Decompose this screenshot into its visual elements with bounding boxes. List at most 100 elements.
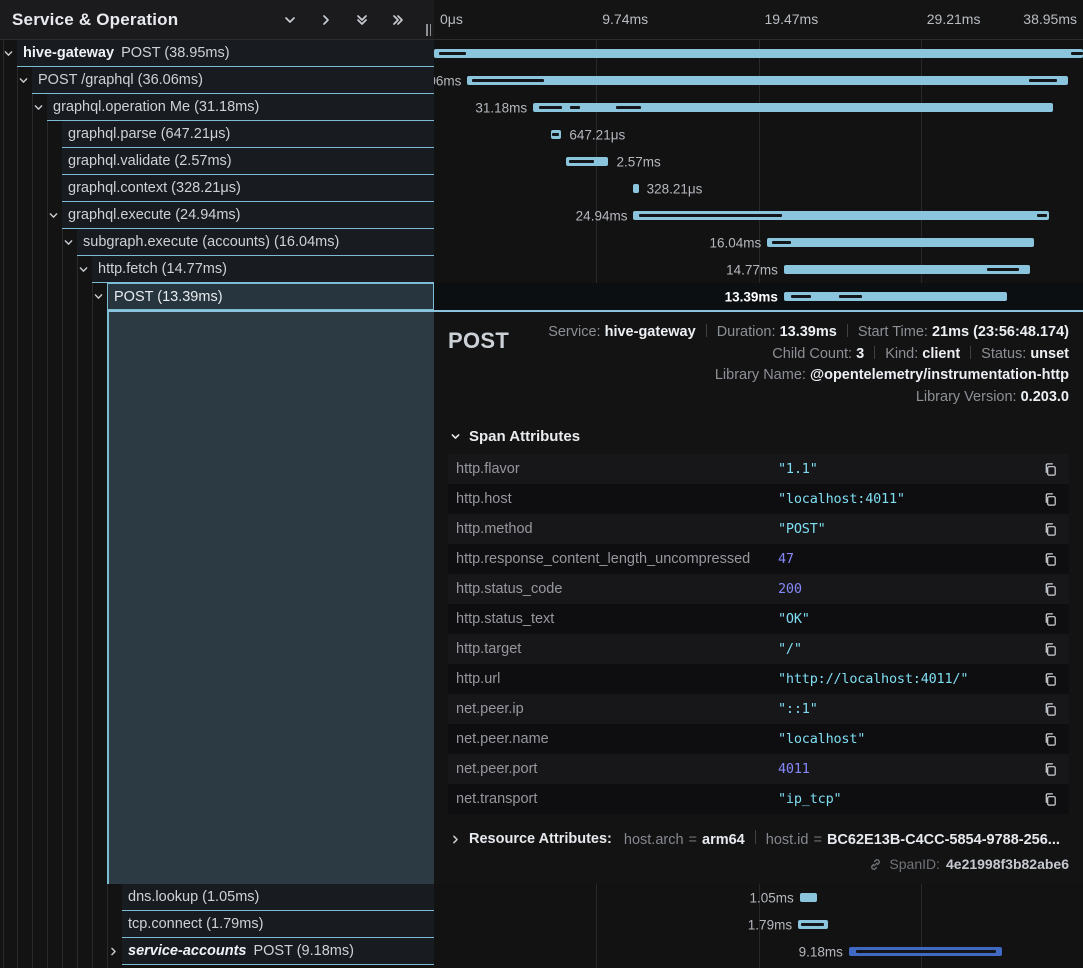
waterfall-row[interactable]: 9.18ms: [434, 938, 1083, 965]
span-attributes-title: Span Attributes: [469, 428, 580, 445]
span-bar[interactable]: [767, 238, 1034, 247]
tree-row[interactable]: hive-gatewayPOST (38.95ms): [0, 40, 434, 67]
chevron-down-icon[interactable]: [3, 48, 14, 59]
span-bar[interactable]: [533, 103, 1053, 112]
tree-row[interactable]: graphql.parse (647.21μs): [0, 121, 434, 148]
meta-divider: [706, 324, 707, 337]
waterfall-row[interactable]: 36.06ms: [434, 67, 1083, 94]
link-icon[interactable]: [868, 857, 883, 872]
span-bar[interactable]: [800, 893, 817, 902]
span-bar[interactable]: [434, 49, 1083, 58]
span-bar[interactable]: [566, 157, 609, 166]
chevron-right-icon[interactable]: [108, 946, 119, 957]
collapse-all-icon[interactable]: [354, 12, 370, 28]
span-name-cell[interactable]: tcp.connect (1.79ms): [122, 911, 434, 938]
attribute-value: "1.1": [778, 461, 1041, 477]
span-bar[interactable]: [784, 292, 1007, 301]
tree-row[interactable]: graphql.operation Me (31.18ms): [0, 94, 434, 121]
tree-row[interactable]: dns.lookup (1.05ms): [0, 884, 434, 911]
span-name-cell[interactable]: dns.lookup (1.05ms): [122, 884, 434, 911]
span-bar[interactable]: [633, 184, 638, 193]
meta-value: 13.39ms: [780, 324, 837, 340]
waterfall-row[interactable]: [434, 40, 1083, 67]
chevron-down-icon[interactable]: [78, 264, 89, 275]
copy-icon[interactable]: [1041, 670, 1059, 688]
span-name-cell[interactable]: service-accountsPOST (9.18ms): [122, 938, 434, 965]
waterfall-row[interactable]: 14.77ms: [434, 256, 1083, 283]
span-name-cell[interactable]: graphql.context (328.21μs): [62, 175, 434, 202]
chevron-down-icon[interactable]: [93, 291, 104, 302]
span-bar[interactable]: [467, 76, 1068, 85]
meta-divider: [847, 324, 848, 337]
expand-all-icon[interactable]: [390, 12, 406, 28]
span-name-cell[interactable]: graphql.validate (2.57ms): [62, 148, 434, 175]
span-name-cell[interactable]: graphql.parse (647.21μs): [62, 121, 434, 148]
attribute-row: http.response_content_length_uncompresse…: [448, 544, 1069, 574]
copy-icon[interactable]: [1041, 550, 1059, 568]
copy-icon[interactable]: [1041, 760, 1059, 778]
copy-icon[interactable]: [1041, 490, 1059, 508]
attribute-value: "ip_tcp": [778, 791, 1041, 807]
span-name-cell[interactable]: POST (13.39ms): [107, 283, 434, 310]
resource-attributes-toggle[interactable]: Resource Attributes:: [469, 831, 612, 847]
tree-row[interactable]: POST /graphql (36.06ms): [0, 67, 434, 94]
span-name-cell[interactable]: hive-gatewayPOST (38.95ms): [17, 40, 434, 67]
waterfall-row[interactable]: 2.57ms: [434, 148, 1083, 175]
tree-row[interactable]: POST (13.39ms): [0, 283, 434, 310]
tree-row[interactable]: graphql.validate (2.57ms): [0, 148, 434, 175]
waterfall-row[interactable]: 24.94ms: [434, 202, 1083, 229]
span-duration-label: 328.21μs: [647, 181, 703, 196]
chevron-down-icon[interactable]: [48, 210, 59, 221]
span-name-cell[interactable]: http.fetch (14.77ms): [92, 256, 434, 283]
attribute-row: net.peer.ip"::1": [448, 694, 1069, 724]
tree-row[interactable]: tcp.connect (1.79ms): [0, 911, 434, 938]
waterfall-row[interactable]: 16.04ms: [434, 229, 1083, 256]
waterfall-row[interactable]: 31.18ms: [434, 94, 1083, 121]
span-bar[interactable]: [798, 920, 828, 929]
child-span-marker: [639, 214, 782, 217]
chevron-down-icon[interactable]: [63, 237, 74, 248]
span-bar[interactable]: [849, 947, 1002, 956]
pane-resize-handle[interactable]: [426, 24, 431, 36]
attribute-value: 4011: [778, 761, 1041, 777]
span-name-cell[interactable]: subgraph.execute (accounts) (16.04ms): [77, 229, 434, 256]
waterfall-row[interactable]: 328.21μs: [434, 175, 1083, 202]
waterfall-row[interactable]: 647.21μs: [434, 121, 1083, 148]
operation-label: tcp.connect (1.79ms): [128, 916, 263, 932]
attribute-row: http.flavor"1.1": [448, 454, 1069, 484]
chevron-down-icon[interactable]: [18, 75, 29, 86]
waterfall-row[interactable]: 1.79ms: [434, 911, 1083, 938]
child-span-marker: [1037, 214, 1047, 217]
tree-row[interactable]: graphql.context (328.21μs): [0, 175, 434, 202]
tree-row[interactable]: graphql.execute (24.94ms): [0, 202, 434, 229]
span-name-cell[interactable]: graphql.execute (24.94ms): [62, 202, 434, 229]
copy-icon[interactable]: [1041, 520, 1059, 538]
copy-icon[interactable]: [1041, 580, 1059, 598]
copy-icon[interactable]: [1041, 790, 1059, 808]
tree-row[interactable]: http.fetch (14.77ms): [0, 256, 434, 283]
copy-icon[interactable]: [1041, 700, 1059, 718]
meta-label: Duration:: [717, 324, 780, 340]
copy-icon[interactable]: [1041, 640, 1059, 658]
meta-label: Library Name:: [715, 367, 810, 383]
chevron-down-icon[interactable]: [282, 12, 298, 28]
chevron-right-icon[interactable]: [318, 12, 334, 28]
span-bar[interactable]: [784, 265, 1030, 274]
meta-value: 0.203.0: [1021, 389, 1069, 405]
tree-row[interactable]: service-accountsPOST (9.18ms): [0, 938, 434, 965]
span-attributes-toggle[interactable]: Span Attributes: [450, 428, 1069, 445]
span-bar[interactable]: [551, 130, 562, 139]
copy-icon[interactable]: [1041, 460, 1059, 478]
attribute-row: net.peer.name"localhost": [448, 724, 1069, 754]
tree-row[interactable]: subgraph.execute (accounts) (16.04ms): [0, 229, 434, 256]
span-duration-label: 647.21μs: [569, 127, 625, 142]
copy-icon[interactable]: [1041, 730, 1059, 748]
waterfall-row[interactable]: 1.05ms: [434, 884, 1083, 911]
chevron-down-icon[interactable]: [33, 102, 44, 113]
span-name-cell[interactable]: graphql.operation Me (31.18ms): [47, 94, 434, 121]
child-span-marker: [616, 106, 641, 109]
copy-icon[interactable]: [1041, 610, 1059, 628]
span-name-cell[interactable]: POST /graphql (36.06ms): [32, 67, 434, 94]
waterfall-row[interactable]: 13.39ms: [434, 283, 1083, 310]
span-bar[interactable]: [633, 211, 1049, 220]
